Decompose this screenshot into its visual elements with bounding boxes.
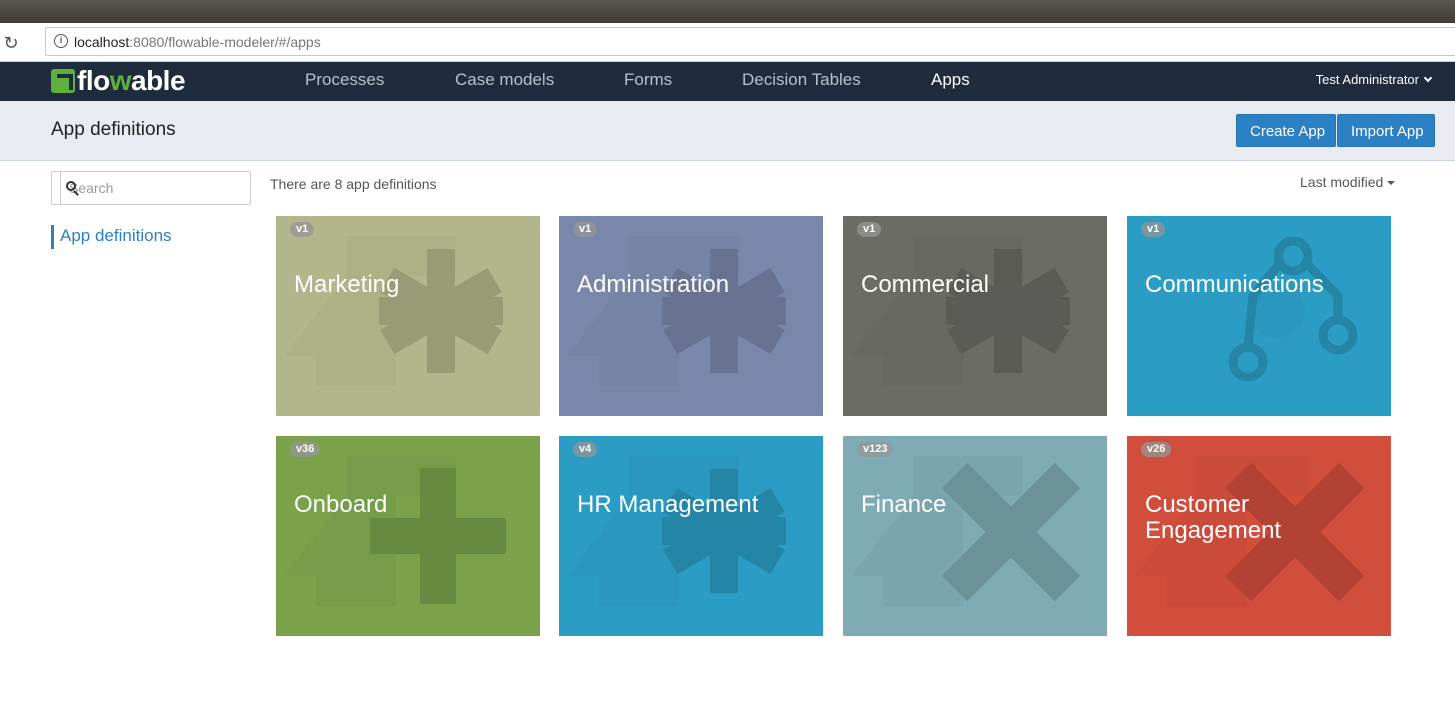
app-name: Marketing <box>294 271 400 298</box>
app-tile[interactable]: v1 Communications <box>1127 216 1391 416</box>
url-text: localhost:8080/flowable-modeler/#/apps <box>74 34 321 50</box>
app-name: Customer Engagement <box>1145 491 1282 544</box>
version-badge: v4 <box>573 442 598 457</box>
address-bar[interactable]: i localhost:8080/flowable-modeler/#/apps <box>45 27 1455 56</box>
fork-icon <box>1228 236 1358 382</box>
version-badge: v1 <box>1141 222 1166 237</box>
search-input[interactable] <box>61 172 250 204</box>
app-name: HR Management <box>577 491 759 518</box>
create-app-button[interactable]: Create App <box>1236 114 1336 147</box>
app-tile[interactable]: v1 Marketing <box>276 216 540 416</box>
version-badge: v1 <box>857 222 882 237</box>
os-top-bar <box>0 0 1455 23</box>
version-badge: v26 <box>1141 442 1172 457</box>
app-name: Finance <box>861 491 947 518</box>
asterisk-icon <box>567 456 786 606</box>
app-name: Communications <box>1145 271 1324 298</box>
flowable-logo[interactable]: flowable <box>51 65 186 96</box>
app-tile[interactable]: v4 HR Management <box>559 436 823 636</box>
version-badge: v1 <box>573 222 598 237</box>
app-name: Commercial <box>861 271 990 298</box>
import-app-button[interactable]: Import App <box>1337 114 1435 147</box>
nav-forms[interactable]: Forms <box>624 62 672 101</box>
app-tile[interactable]: v1 Administration <box>559 216 823 416</box>
browser-toolbar: ↻ i localhost:8080/flowable-modeler/#/ap… <box>0 23 1455 62</box>
search-box <box>51 171 251 205</box>
plus-icon <box>284 456 506 606</box>
nav-decision-tables[interactable]: Decision Tables <box>742 62 861 101</box>
sort-label: Last modified <box>1300 174 1384 190</box>
logo-text-part: w <box>109 65 132 96</box>
nav-case-models[interactable]: Case models <box>455 62 554 101</box>
chevron-down-icon <box>1423 73 1433 83</box>
page-title: App definitions <box>51 119 176 140</box>
app-tile[interactable]: v1 Commercial <box>843 216 1107 416</box>
asterisk-icon <box>284 236 503 386</box>
user-menu[interactable]: Test Administrator <box>1315 62 1433 101</box>
cross-icon <box>851 456 1081 606</box>
flowable-logo-icon <box>51 69 75 93</box>
url-host: localhost <box>74 34 130 50</box>
nav-apps-label: Apps <box>931 70 970 89</box>
info-icon[interactable]: i <box>54 34 68 48</box>
app-name: Administration <box>577 271 730 298</box>
app-tile[interactable]: v123 Finance <box>843 436 1107 636</box>
sort-dropdown[interactable]: Last modified <box>1300 174 1396 190</box>
user-name: Test Administrator <box>1315 72 1419 87</box>
version-badge: v36 <box>290 442 321 457</box>
asterisk-icon <box>567 236 786 386</box>
logo-text: flowable <box>77 65 186 96</box>
version-badge: v1 <box>290 222 315 237</box>
asterisk-icon <box>851 236 1070 386</box>
nav-processes[interactable]: Processes <box>305 62 384 101</box>
version-badge: v123 <box>857 442 894 457</box>
logo-text-part: flo <box>77 65 110 96</box>
logo-text-part: able <box>131 65 186 96</box>
caret-down-icon <box>1387 181 1396 185</box>
sidebar-item-app-definitions[interactable]: App definitions <box>51 225 172 249</box>
url-path: :8080/flowable-modeler/#/apps <box>129 34 321 50</box>
app-tile[interactable]: v26 Customer Engagement <box>1127 436 1391 636</box>
app-tile[interactable]: v36 Onboard <box>276 436 540 636</box>
app-navbar: flowable Processes Case models Forms Dec… <box>0 62 1455 108</box>
page-header: App definitions Create App Import App <box>0 101 1455 161</box>
app-name: Onboard <box>294 491 388 518</box>
app-count-text: There are 8 app definitions <box>270 176 437 192</box>
nav-apps[interactable]: Apps <box>931 62 970 108</box>
search-button[interactable] <box>52 172 79 204</box>
reload-icon[interactable]: ↻ <box>1 33 21 53</box>
